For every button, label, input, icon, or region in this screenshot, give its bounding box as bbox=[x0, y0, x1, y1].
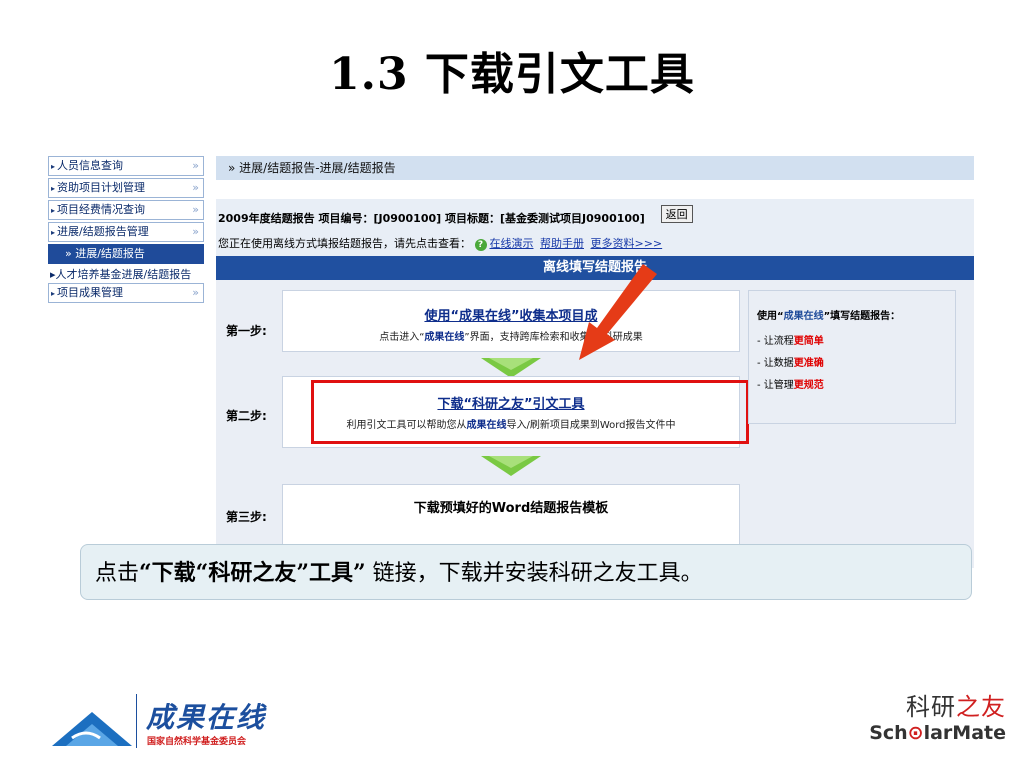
instruction-callout: 点击“下载“科研之友”工具” 链接，下载并安装科研之友工具。 bbox=[80, 544, 972, 600]
step-1-label: 第一步: bbox=[226, 324, 267, 338]
help-icon: ? bbox=[474, 239, 487, 251]
main-content: » 进展/结题报告-进展/结题报告 2009年度结题报告 项目编号：[J0900… bbox=[216, 156, 974, 568]
scholarmate-logo: 科研之友 Sch⊙larMate bbox=[846, 694, 1006, 754]
expand-icon: » bbox=[192, 286, 199, 299]
steps-panel: 第一步: 使用“成果在线”收集本项目成 点击进入“成果在线”界面，支持跨库检索和… bbox=[216, 264, 974, 568]
expand-icon: » bbox=[192, 159, 199, 172]
mountain-logo-icon bbox=[52, 712, 132, 746]
logo-subtitle: 国家自然科学基金委员会 bbox=[147, 737, 247, 747]
step-3-box: 下载预填好的Word结题报告模板 bbox=[282, 484, 740, 546]
benefit-item: - 让流程更简单 bbox=[757, 336, 824, 347]
step-3-link[interactable]: 下载预填好的Word结题报告模板 bbox=[414, 501, 609, 516]
breadcrumb: » 进展/结题报告-进展/结题报告 bbox=[216, 156, 974, 180]
sidebar-item-budget[interactable]: ▸ 项目经费情况查询 » bbox=[48, 200, 204, 220]
bullet-icon: ▸ bbox=[51, 228, 56, 237]
report-info: 2009年度结题报告 项目编号：[J0900100] 项目标题：[基金委测试项目… bbox=[216, 199, 974, 261]
sidebar-item-results[interactable]: ▸ 项目成果管理 » bbox=[48, 283, 204, 303]
step-3-label: 第三步: bbox=[226, 510, 267, 524]
sidebar-item-progress-report[interactable]: » 进展/结题报告 bbox=[48, 244, 204, 264]
bullet-icon: ▸ bbox=[51, 184, 56, 193]
expand-icon: » bbox=[192, 225, 199, 238]
bullet-icon: ▸ bbox=[51, 289, 56, 298]
portal-screenshot: ▸ 人员信息查询 » ▸ 资助项目计划管理 » ▸ 项目经费情况查询 » ▸ 进展/结题… bbox=[44, 148, 980, 568]
sidebar-item-talent-fund[interactable]: ▸人才培养基金进展/结题报告 bbox=[48, 266, 204, 281]
logo-divider bbox=[136, 694, 137, 748]
chengguozaixian-logo: 成果在线 国家自然科学基金委员会 bbox=[52, 690, 292, 754]
sidebar-item-personnel[interactable]: ▸ 人员信息查询 » bbox=[48, 156, 204, 176]
benefit-item: - 让数据更准确 bbox=[757, 358, 824, 369]
step-1-box: 使用“成果在线”收集本项目成 点击进入“成果在线”界面，支持跨库检索和收集 的科… bbox=[282, 290, 740, 352]
highlight-box bbox=[311, 380, 749, 444]
expand-icon: » bbox=[192, 181, 199, 194]
report-info-line: 2009年度结题报告 项目编号：[J0900100] 项目标题：[基金委测试项目… bbox=[218, 212, 645, 225]
step-1-desc: 点击进入“成果在线”界面，支持跨库检索和收集 的科研成果 bbox=[379, 332, 643, 343]
benefits-box: 使用“成果在线”填写结题报告： - 让流程更简单 - 让数据更准确 - 让管理更… bbox=[748, 290, 956, 424]
sidebar-item-funding-plan[interactable]: ▸ 资助项目计划管理 » bbox=[48, 178, 204, 198]
down-arrow-icon bbox=[481, 358, 541, 378]
back-button[interactable]: 返回 bbox=[660, 205, 693, 223]
slide-title: 1.3 下载引文工具 bbox=[329, 49, 695, 100]
online-demo-link[interactable]: 在线演示 bbox=[490, 237, 534, 250]
logo-name: 成果在线 bbox=[146, 701, 267, 734]
more-materials-link[interactable]: 更多资料>>> bbox=[591, 237, 663, 250]
sidebar-item-report-management[interactable]: ▸ 进展/结题报告管理 » bbox=[48, 222, 204, 242]
pointer-arrow-icon bbox=[579, 264, 657, 360]
logo-en: Sch⊙larMate bbox=[869, 722, 1006, 744]
bullet-icon: ▸ bbox=[51, 206, 56, 215]
benefits-heading: 使用“成果在线”填写结题报告： bbox=[757, 311, 901, 322]
benefit-item: - 让管理更规范 bbox=[757, 380, 824, 391]
logo-cn: 科研之友 bbox=[906, 693, 1006, 721]
offline-hint: 您正在使用离线方式填报结题报告，请先点击查看： bbox=[218, 237, 471, 250]
sidebar-menu: ▸ 人员信息查询 » ▸ 资助项目计划管理 » ▸ 项目经费情况查询 » ▸ 进展/结题… bbox=[48, 156, 204, 305]
expand-icon: » bbox=[192, 203, 199, 216]
step-2-label: 第二步: bbox=[226, 409, 267, 423]
bullet-icon: ▸ bbox=[51, 162, 56, 171]
down-arrow-icon bbox=[481, 456, 541, 476]
globe-icon: ⊙ bbox=[907, 722, 924, 744]
help-manual-link[interactable]: 帮助手册 bbox=[540, 237, 584, 250]
